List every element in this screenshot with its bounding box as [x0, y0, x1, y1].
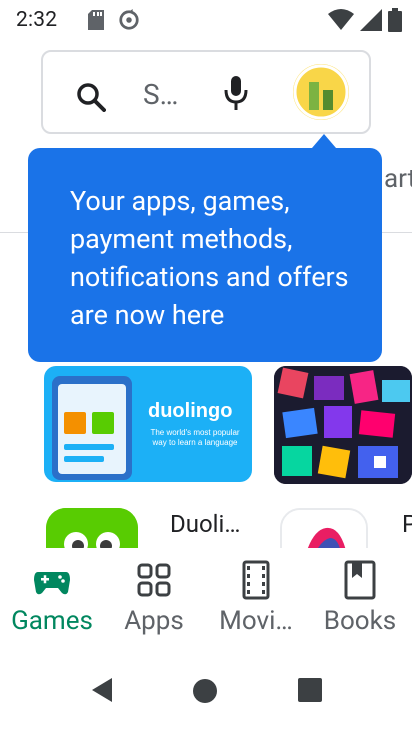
nav-label: Apps	[124, 606, 184, 636]
main-content[interactable]: S… art duolingo The world's most popular…	[0, 44, 412, 548]
game-banner-art	[274, 366, 412, 484]
featured-card-duolingo[interactable]: duolingo The world's most popular way to…	[44, 366, 252, 482]
app-icon-game[interactable]	[280, 508, 368, 548]
app-name[interactable]: Duoli…	[170, 510, 240, 538]
status-bar: 2:32	[0, 0, 412, 44]
sync-icon	[118, 9, 140, 35]
battery-icon	[388, 8, 402, 36]
signal-icon	[360, 9, 382, 35]
duolingo-banner-subtitle: The world's most popular way to learn a …	[150, 428, 240, 447]
featured-card-game[interactable]	[274, 366, 412, 484]
onboarding-tooltip[interactable]: Your apps, games, payment methods, notif…	[28, 148, 382, 362]
app-name[interactable]: P	[402, 510, 412, 538]
nav-tab-games[interactable]: Games	[2, 560, 102, 640]
home-icon[interactable]	[192, 678, 218, 708]
search-icon[interactable]	[76, 82, 106, 116]
search-input[interactable]: S…	[143, 78, 178, 111]
apps-grid-icon	[104, 560, 204, 600]
book-icon	[310, 560, 410, 600]
nav-tab-apps[interactable]: Apps	[104, 560, 204, 640]
search-bar[interactable]: S…	[41, 50, 371, 134]
sd-card-icon	[88, 10, 104, 34]
duolingo-banner-title: duolingo	[148, 400, 233, 422]
nav-tab-books[interactable]: Books	[310, 560, 410, 640]
back-icon[interactable]	[90, 676, 114, 708]
gamepad-icon	[2, 560, 102, 600]
bottom-navigation: Games Apps Movi… Books	[0, 548, 412, 648]
avatar[interactable]	[293, 64, 349, 120]
movie-icon	[206, 560, 306, 600]
nav-label: Movi…	[219, 606, 293, 636]
status-time: 2:32	[16, 8, 58, 32]
tab-peek[interactable]: art	[384, 164, 412, 194]
nav-label: Games	[11, 606, 93, 636]
system-navigation	[0, 648, 412, 732]
duolingo-banner-art	[52, 376, 132, 480]
tooltip-text: Your apps, games, payment methods, notif…	[70, 185, 349, 331]
nav-tab-movies[interactable]: Movi…	[206, 560, 306, 640]
recents-icon[interactable]	[298, 678, 322, 706]
wifi-icon	[328, 9, 354, 35]
mic-icon[interactable]	[223, 76, 249, 114]
tooltip-arrow	[312, 134, 336, 148]
nav-label: Books	[323, 606, 397, 636]
app-icon-duolingo[interactable]	[46, 508, 138, 548]
